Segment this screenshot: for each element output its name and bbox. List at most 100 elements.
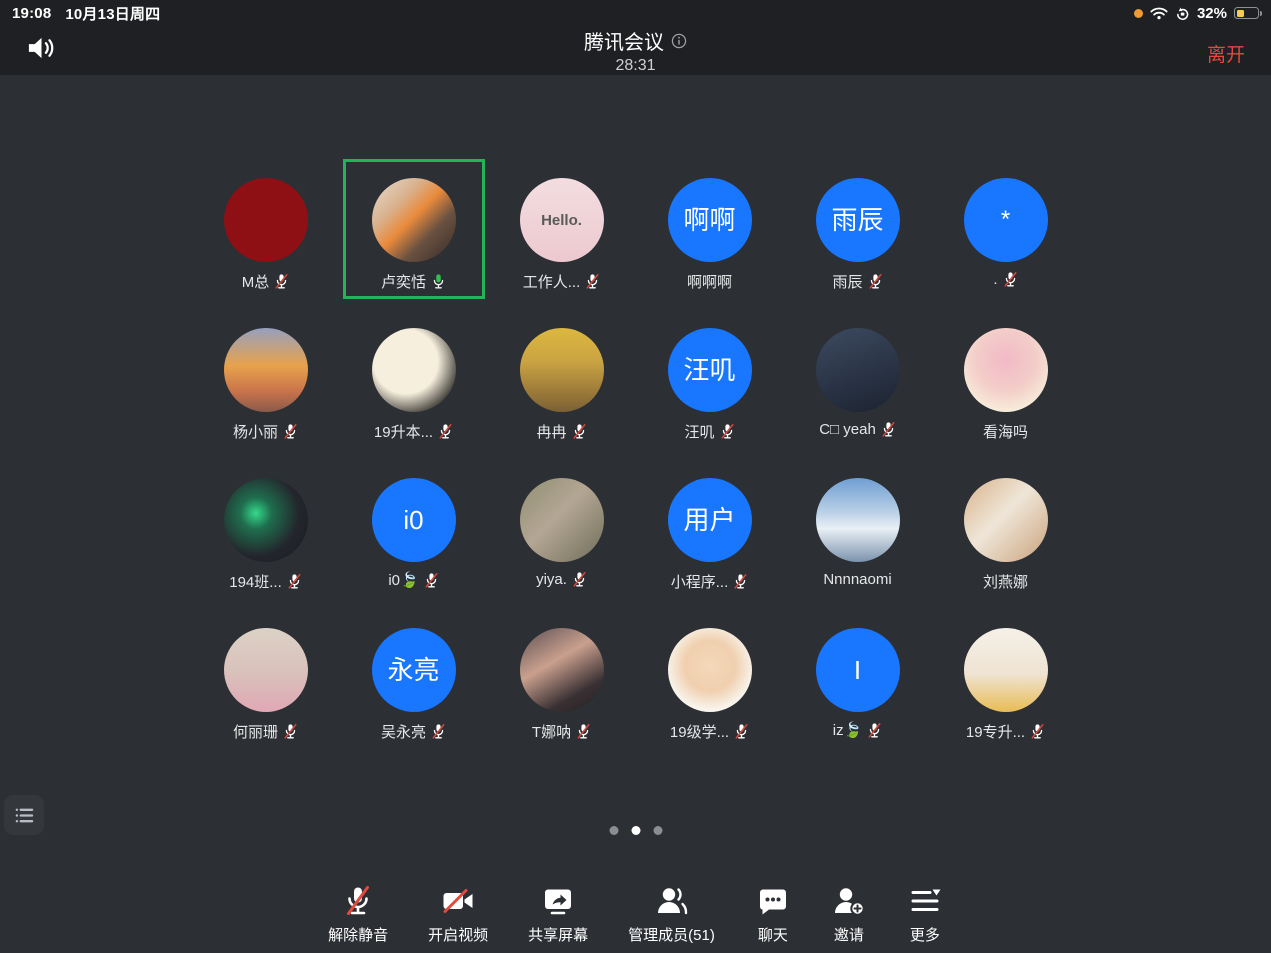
- participant-name: 吴永亮: [381, 721, 426, 742]
- top-bar: 19:08 10月13日周四 32%: [0, 0, 1271, 75]
- participant-name-row: 吴永亮: [381, 721, 446, 742]
- more-icon: [907, 883, 943, 919]
- participant-name: C□ yeah: [819, 421, 876, 438]
- participant-tile[interactable]: Nnnnaomi: [788, 460, 928, 598]
- participant-name-row: 杨小丽: [233, 421, 298, 442]
- mic-muted-icon: [424, 572, 439, 589]
- view-layout-button[interactable]: [4, 795, 44, 835]
- unmute-button[interactable]: 解除静音: [328, 883, 388, 945]
- participant-tile[interactable]: 啊啊 啊啊啊: [640, 160, 780, 298]
- manage-members-button[interactable]: 管理成员(51): [628, 883, 715, 945]
- participant-avatar: [520, 628, 604, 712]
- participant-name-row: .: [993, 271, 1017, 288]
- mic-muted-icon: [572, 571, 587, 588]
- participant-tile[interactable]: T娜呐: [492, 610, 632, 748]
- recording-dot: [1134, 9, 1143, 18]
- page-dot[interactable]: [609, 826, 618, 835]
- mic-muted-icon: [734, 723, 749, 740]
- participant-name-row: 小程序...: [671, 571, 749, 592]
- participant-avatar: [372, 178, 456, 262]
- participant-tile[interactable]: 冉冉: [492, 310, 632, 448]
- participant-tile[interactable]: 汪叽 汪叽: [640, 310, 780, 448]
- participant-name-row: yiya.: [536, 571, 587, 588]
- page-dot[interactable]: [631, 826, 640, 835]
- participant-tile[interactable]: 永亮 吴永亮: [344, 610, 484, 748]
- avatar-initials: *: [1001, 208, 1010, 232]
- participant-name-row: 19专升...: [966, 721, 1045, 742]
- participant-tile[interactable]: 19专升...: [936, 610, 1076, 748]
- participant-name-row: C□ yeah: [819, 421, 896, 438]
- participant-tile[interactable]: * .: [936, 160, 1076, 298]
- participant-name: 冉冉: [536, 421, 566, 442]
- participant-name: T娜呐: [532, 721, 571, 742]
- share-screen-button[interactable]: 共享屏幕: [528, 883, 588, 945]
- participant-avatar: [224, 328, 308, 412]
- participant-tile[interactable]: 雨辰 雨辰: [788, 160, 928, 298]
- participant-tile[interactable]: 19升本...: [344, 310, 484, 448]
- meeting-title-block: 腾讯会议 28:31: [0, 26, 1271, 75]
- avatar-initials: 啊啊: [683, 207, 735, 233]
- page-dot[interactable]: [653, 826, 662, 835]
- invite-button[interactable]: 邀请: [831, 883, 867, 945]
- camera-slash-icon: [440, 883, 476, 919]
- participant-tile[interactable]: i0 i0🍃: [344, 460, 484, 598]
- participant-avatar: [668, 628, 752, 712]
- mic-slash-icon: [340, 883, 376, 919]
- participant-tile[interactable]: M总: [196, 160, 336, 298]
- participant-name-row: M总: [242, 271, 290, 292]
- share-screen-label: 共享屏幕: [528, 924, 588, 945]
- mic-muted-icon: [585, 273, 600, 290]
- participant-tile[interactable]: 194班...: [196, 460, 336, 598]
- participant-tile[interactable]: 用户 小程序...: [640, 460, 780, 598]
- participant-tile[interactable]: Hello. 工作人...: [492, 160, 632, 298]
- participant-name: 194班...: [229, 571, 282, 592]
- participant-tile[interactable]: 19级学...: [640, 610, 780, 748]
- battery-icon: [1234, 7, 1259, 19]
- list-layout-icon: [14, 806, 35, 825]
- mic-muted-icon: [431, 723, 446, 740]
- participant-name: 19升本...: [374, 421, 433, 442]
- participant-name-row: 雨辰: [832, 271, 882, 292]
- participant-name: 啊啊啊: [687, 271, 732, 292]
- leave-meeting-button[interactable]: 离开: [1207, 40, 1245, 67]
- participant-tile[interactable]: I iz🍃: [788, 610, 928, 748]
- participant-name: 卢奕恬: [381, 271, 426, 292]
- battery-percent: 32%: [1197, 5, 1227, 22]
- participant-name: 19级学...: [670, 721, 729, 742]
- participant-tile[interactable]: 卢奕恬: [344, 160, 484, 298]
- participant-name-row: 冉冉: [536, 421, 586, 442]
- share-screen-icon: [540, 883, 576, 919]
- mic-muted-icon: [720, 423, 735, 440]
- participant-tile[interactable]: 何丽珊: [196, 610, 336, 748]
- participant-avatar: 永亮: [372, 628, 456, 712]
- start-video-button[interactable]: 开启视频: [428, 883, 488, 945]
- manage-members-label: 管理成员(51): [628, 924, 715, 945]
- rotation-lock-icon: [1175, 6, 1190, 21]
- mic-muted-icon: [867, 722, 882, 739]
- participant-name-row: 刘燕娜: [983, 571, 1028, 592]
- participant-tile[interactable]: C□ yeah: [788, 310, 928, 448]
- mic-muted-icon: [733, 573, 748, 590]
- members-icon: [654, 883, 690, 919]
- chat-button[interactable]: 聊天: [755, 883, 791, 945]
- participant-tile[interactable]: 刘燕娜: [936, 460, 1076, 598]
- participant-name-row: 19升本...: [374, 421, 453, 442]
- participant-tile[interactable]: yiya.: [492, 460, 632, 598]
- more-button[interactable]: 更多: [907, 883, 943, 945]
- participant-tile[interactable]: 看海吗: [936, 310, 1076, 448]
- info-icon[interactable]: [671, 33, 687, 49]
- participant-name-row: iz🍃: [833, 721, 883, 739]
- mic-muted-icon: [283, 723, 298, 740]
- mic-muted-icon: [274, 273, 289, 290]
- participant-avatar: [964, 328, 1048, 412]
- participant-tile[interactable]: 杨小丽: [196, 310, 336, 448]
- participant-name-row: 何丽珊: [233, 721, 298, 742]
- participant-name: 工作人...: [523, 271, 581, 292]
- participant-name: 刘燕娜: [983, 571, 1028, 592]
- participant-avatar: [964, 628, 1048, 712]
- participant-name: 雨辰: [832, 271, 862, 292]
- mic-muted-icon: [283, 423, 298, 440]
- participant-avatar: Hello.: [520, 178, 604, 262]
- participant-avatar: [372, 328, 456, 412]
- bottom-toolbar: 解除静音 开启视频 共享屏幕: [0, 883, 1271, 945]
